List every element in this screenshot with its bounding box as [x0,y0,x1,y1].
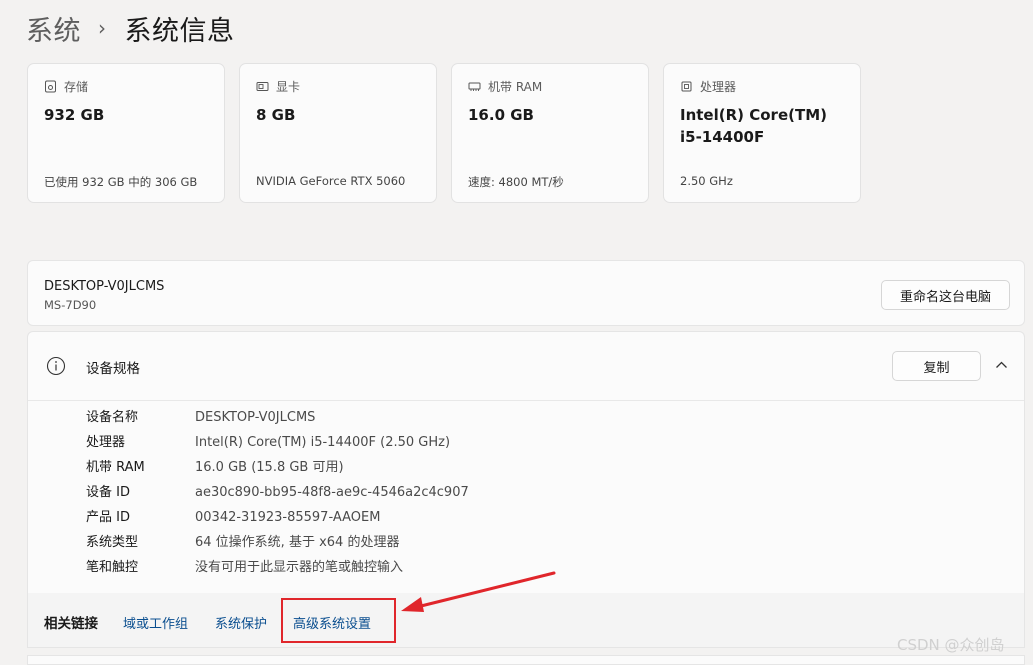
breadcrumb: 系统 › 系统信息 [26,8,235,48]
spec-key: 设备名称 [86,410,139,425]
card-label: 显卡 [276,80,301,94]
system-protection-link[interactable]: 系统保护 [215,613,267,632]
card-value-line: Intel(R) Core(TM) [680,106,827,124]
chevron-up-icon[interactable] [995,360,1008,370]
card-subtitle: 速度: 4800 MT/秒 [468,175,564,189]
watermark: CSDN @众创岛 [897,636,1005,654]
device-name: DESKTOP-V0JLCMS [44,279,165,294]
card-value: 932 GB [44,106,105,124]
copy-button[interactable]: 复制 [892,351,981,381]
graphics-card: 显卡 8 GB NVIDIA GeForce RTX 5060 [239,63,437,203]
device-model: MS-7D90 [44,298,97,312]
breadcrumb-root[interactable]: 系统 [26,9,81,48]
info-icon [46,356,66,376]
arrow-annotation-icon [401,571,556,612]
memory-card: 机带 RAM 16.0 GB 速度: 4800 MT/秒 [451,63,649,203]
card-value-line: i5-14400F [680,128,765,146]
spec-value: ae30c890-bb95-48f8-ae9c-4546a2c4c907 [195,485,469,500]
spec-value: Intel(R) Core(TM) i5-14400F (2.50 GHz) [195,435,451,450]
rename-pc-button[interactable]: 重命名这台电脑 [881,280,1010,310]
storage-icon [45,80,56,93]
graphics-card-icon [256,82,269,91]
processor-card: 处理器 Intel(R) Core(TM) i5-14400F 2.50 GHz [663,63,861,203]
highlight-box [281,598,396,643]
spec-key: 机带 RAM [86,460,145,475]
spec-value: 64 位操作系统, 基于 x64 的处理器 [195,535,400,550]
spec-value: 没有可用于此显示器的笔或触控输入 [195,560,404,575]
spec-value: 16.0 GB (15.8 GB 可用) [195,460,344,475]
domain-workgroup-link[interactable]: 域或工作组 [123,613,188,632]
card-subtitle: 2.50 GHz [680,174,733,188]
spec-key: 系统类型 [86,535,139,550]
card-label: 处理器 [700,80,737,94]
device-name-panel: DESKTOP-V0JLCMS MS-7D90 重命名这台电脑 [27,260,1025,326]
spec-key: 笔和触控 [86,560,139,575]
card-label: 存储 [64,80,89,94]
device-specs-panel: 设备规格 复制 [27,331,1025,593]
spec-value: 00342-31923-85597-AAOEM [195,510,381,525]
storage-card: 存储 932 GB 已使用 932 GB 中的 306 GB [27,63,225,203]
chevron-right-icon: › [98,16,107,40]
card-subtitle: 已使用 932 GB 中的 306 GB [44,175,198,189]
related-links-label: 相关链接 [44,616,98,632]
card-subtitle: NVIDIA GeForce RTX 5060 [256,174,406,188]
card-value: 16.0 GB [468,106,534,124]
specs-title: 设备规格 [86,361,140,377]
spec-key: 产品 ID [86,510,130,525]
page-title: 系统信息 [124,15,235,47]
memory-icon [468,82,481,91]
card-label: 机带 RAM [488,80,543,94]
specs-header[interactable]: 设备规格 复制 [28,332,1024,401]
card-value: 8 GB [256,106,296,124]
spec-key: 处理器 [86,435,126,450]
spec-value: DESKTOP-V0JLCMS [195,410,316,425]
card-value: Intel(R) Core(TM) i5-14400F [680,104,850,148]
processor-icon [681,81,692,92]
spec-key: 设备 ID [86,485,130,500]
next-panel-edge [27,655,1025,665]
